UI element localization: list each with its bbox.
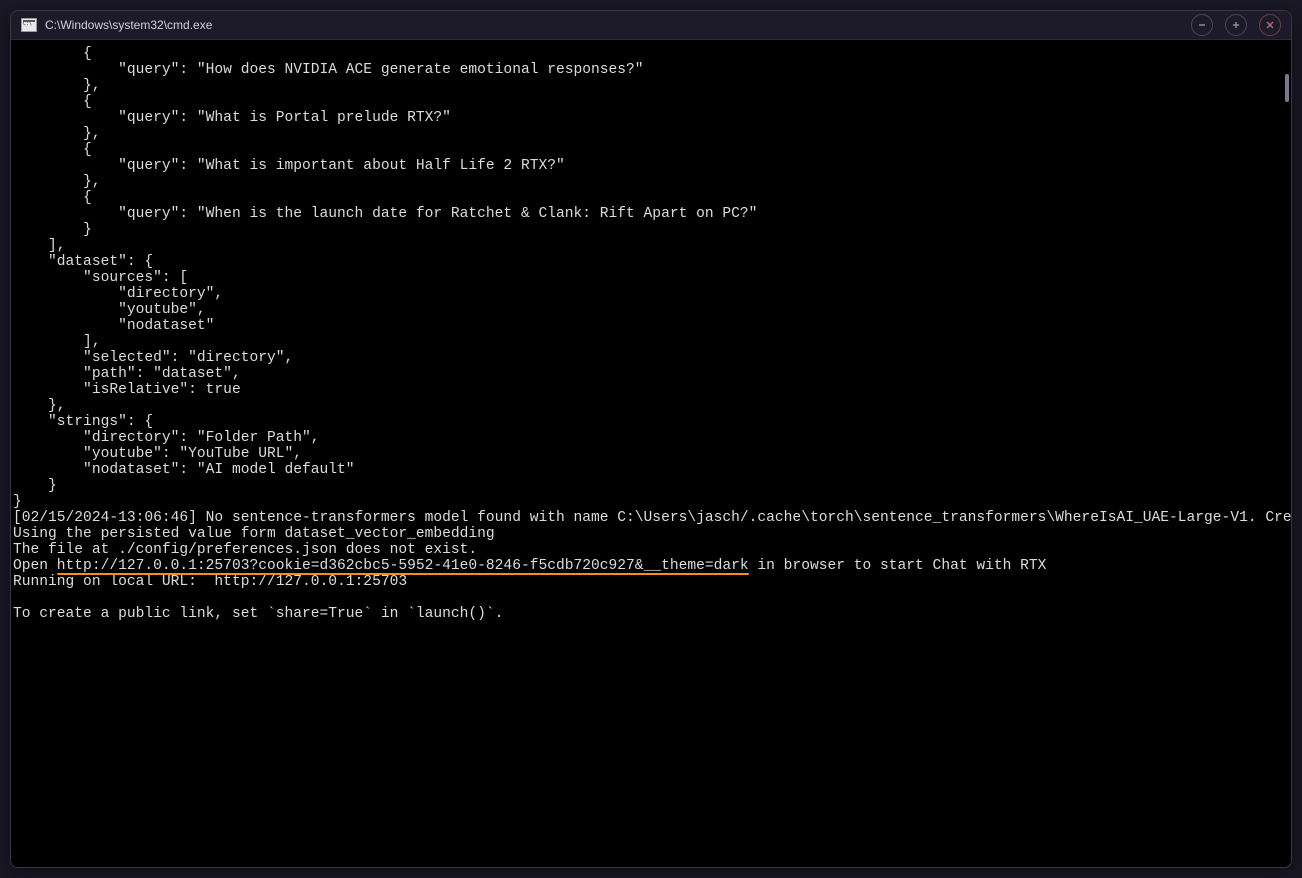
cmd-icon — [21, 18, 37, 32]
terminal-line: [02/15/2024-13:06:46] No sentence-transf… — [13, 510, 1291, 526]
terminal-line: "sources": [ — [13, 270, 188, 286]
terminal-line: }, — [13, 174, 101, 190]
scrollbar[interactable] — [1283, 44, 1289, 863]
terminal-line: "query": "How does NVIDIA ACE generate e… — [13, 62, 644, 78]
terminal-line: Open http://127.0.0.1:25703?cookie=d362c… — [13, 558, 1046, 574]
terminal-window: C:\Windows\system32\cmd.exe { "query": "… — [10, 10, 1292, 868]
annotation-underline — [57, 573, 749, 575]
terminal-line: "strings": { — [13, 414, 153, 430]
close-button[interactable] — [1259, 14, 1281, 36]
scrollbar-thumb[interactable] — [1285, 74, 1289, 102]
terminal-line: }, — [13, 398, 66, 414]
terminal-line: } — [13, 222, 92, 238]
terminal-line: { — [13, 94, 92, 110]
terminal-line: }, — [13, 78, 101, 94]
terminal-line: "query": "What is important about Half L… — [13, 158, 565, 174]
title-bar: C:\Windows\system32\cmd.exe — [11, 11, 1291, 40]
terminal-line: Using the persisted value form dataset_v… — [13, 526, 495, 542]
minimize-button[interactable] — [1191, 14, 1213, 36]
terminal-line: ], — [13, 334, 101, 350]
terminal-line: { — [13, 46, 92, 62]
terminal-line: "dataset": { — [13, 254, 153, 270]
terminal-line: "path": "dataset", — [13, 366, 241, 382]
terminal-line: } — [13, 478, 57, 494]
terminal-line: "youtube", — [13, 302, 206, 318]
terminal-line: ], — [13, 238, 66, 254]
terminal-line: Running on local URL: http://127.0.0.1:2… — [13, 574, 407, 590]
terminal-line: "query": "When is the launch date for Ra… — [13, 206, 757, 222]
terminal-line: } — [13, 494, 22, 510]
terminal-line: }, — [13, 126, 101, 142]
terminal-line: "nodataset": "AI model default" — [13, 462, 355, 478]
maximize-button[interactable] — [1225, 14, 1247, 36]
terminal-line: To create a public link, set `share=True… — [13, 606, 503, 622]
terminal-area[interactable]: { "query": "How does NVIDIA ACE generate… — [11, 40, 1291, 867]
terminal-line: { — [13, 142, 92, 158]
terminal-line: "isRelative": true — [13, 382, 241, 398]
terminal-line: "selected": "directory", — [13, 350, 293, 366]
terminal-line: "query": "What is Portal prelude RTX?" — [13, 110, 451, 126]
terminal-line: { — [13, 190, 92, 206]
terminal-output: { "query": "How does NVIDIA ACE generate… — [11, 40, 1291, 867]
terminal-line: "youtube": "YouTube URL", — [13, 446, 302, 462]
window-title: C:\Windows\system32\cmd.exe — [45, 18, 212, 32]
terminal-line: "nodataset" — [13, 318, 214, 334]
terminal-line: "directory", — [13, 286, 223, 302]
terminal-line: "directory": "Folder Path", — [13, 430, 320, 446]
terminal-line: The file at ./config/preferences.json do… — [13, 542, 477, 558]
